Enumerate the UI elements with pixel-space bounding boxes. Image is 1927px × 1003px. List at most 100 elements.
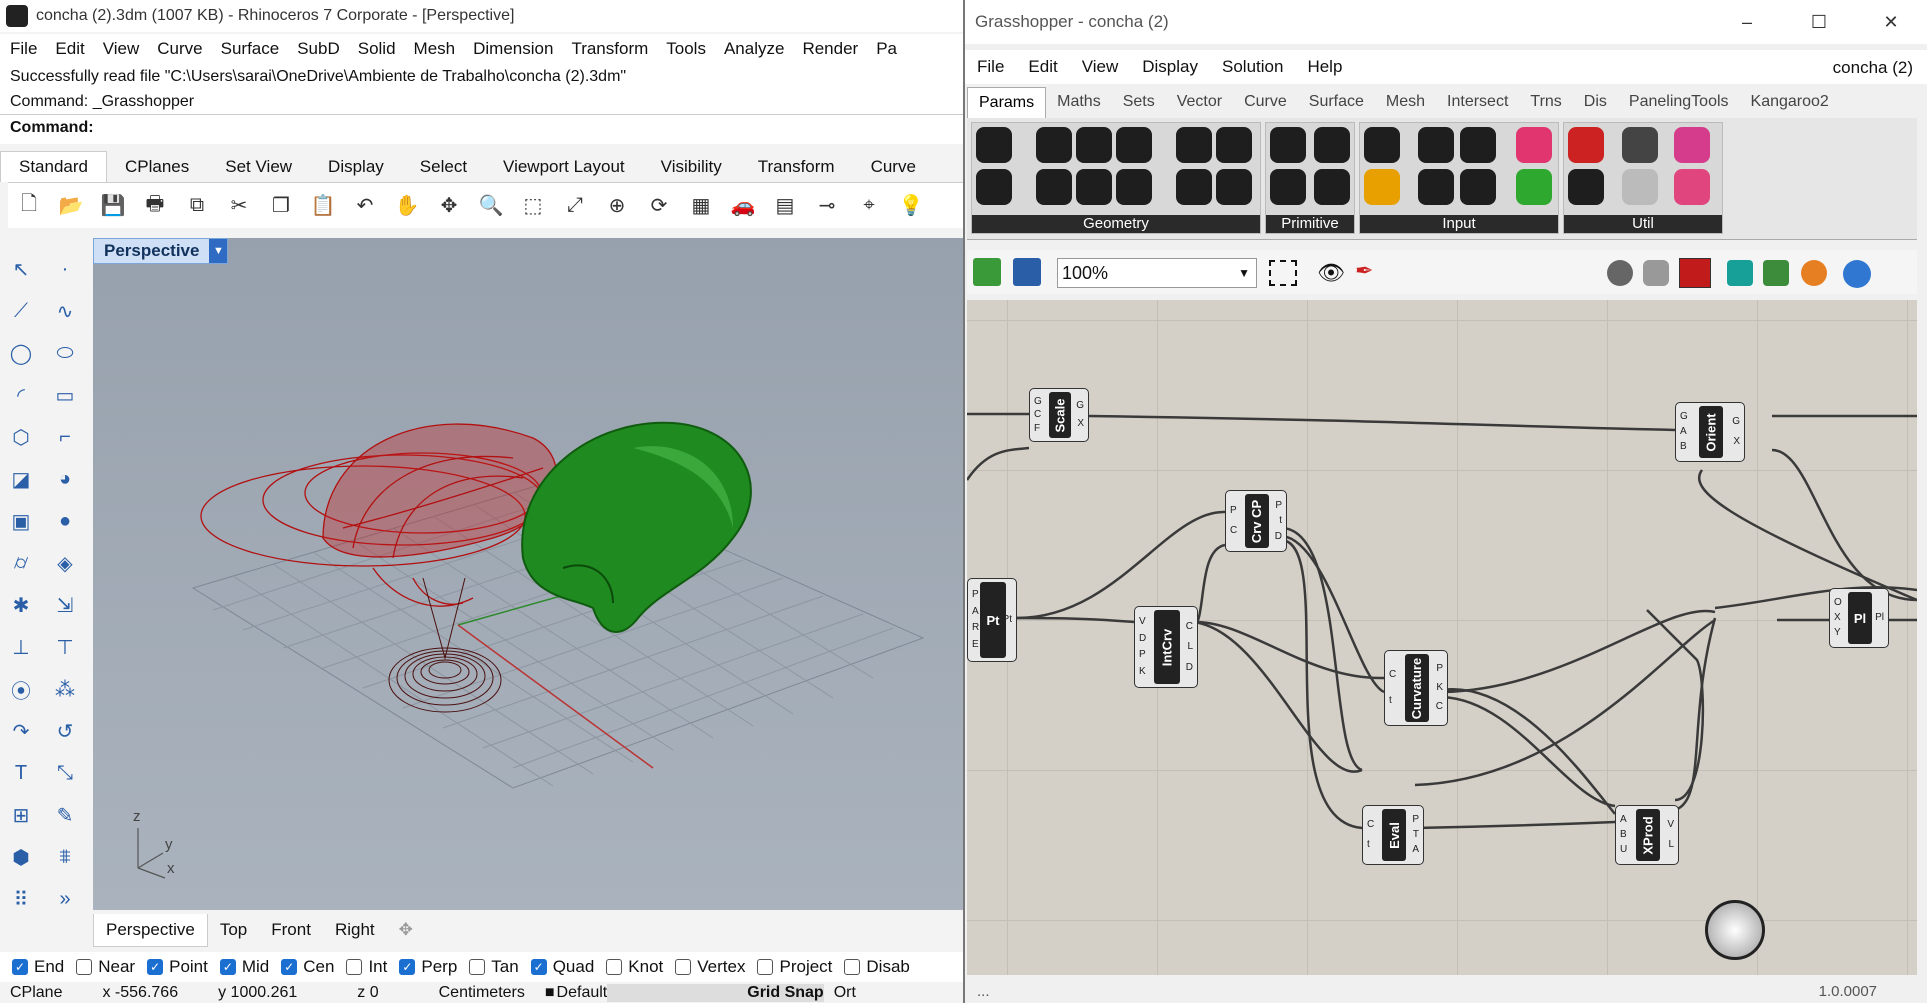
osnap-project[interactable]: Project	[757, 957, 832, 977]
gh-port-in[interactable]: C	[1367, 819, 1374, 830]
gh-port-in[interactable]: A	[1680, 426, 1687, 437]
light-icon[interactable]: 💡	[896, 191, 926, 221]
gh-port-in[interactable]: R	[972, 622, 979, 633]
osnap-quad[interactable]: ✓ Quad	[530, 957, 594, 977]
open-icon[interactable]: 📂	[56, 191, 86, 221]
tab-cplanes[interactable]: CPlanes	[107, 152, 207, 182]
gh-menu-edit[interactable]: Edit	[1016, 57, 1069, 77]
copy-icon[interactable]: ❐	[266, 191, 296, 221]
view-tab-top[interactable]: Top	[208, 914, 259, 946]
cut-icon[interactable]: ✂	[224, 191, 254, 221]
gh-tab-surface[interactable]: Surface	[1298, 87, 1375, 117]
osnap-checkbox[interactable]	[346, 959, 363, 975]
osnap-checkbox[interactable]: ✓	[219, 959, 236, 975]
input-import-icon[interactable]	[1364, 127, 1400, 163]
import-icon[interactable]: ⧉	[182, 191, 212, 221]
param-surface-icon[interactable]	[1116, 127, 1152, 163]
gh-tab-panelingtools[interactable]: PanelingTools	[1618, 87, 1740, 117]
osnap-knot[interactable]: Knot	[606, 957, 663, 977]
gh-tab-dis[interactable]: Dis	[1573, 87, 1618, 117]
gh-port-out[interactable]: G	[1732, 416, 1740, 427]
osnap-checkbox[interactable]: ✓	[12, 959, 28, 975]
zoom-extents-icon[interactable]	[1269, 260, 1297, 286]
menu-view[interactable]: View	[103, 39, 148, 59]
transform-icon[interactable]: ✱	[4, 588, 38, 622]
gh-port-in[interactable]: A	[972, 606, 979, 617]
gh-port-in[interactable]: t	[1367, 839, 1370, 850]
scale-icon[interactable]: ⤡	[48, 756, 82, 790]
osnap-checkbox[interactable]: ✓	[281, 959, 298, 975]
osnap-point[interactable]: ✓ Point	[147, 957, 208, 977]
solver-gauge-icon[interactable]	[1705, 900, 1765, 960]
param-integer-icon[interactable]	[1270, 169, 1306, 205]
close-icon[interactable]: ✕	[1855, 12, 1927, 33]
param-circle-icon[interactable]	[1036, 127, 1072, 163]
tab-transform[interactable]: Transform	[740, 152, 853, 182]
gh-port-out[interactable]: L	[1187, 641, 1193, 652]
param-line-icon[interactable]	[1076, 169, 1112, 205]
sphere-icon[interactable]: ●	[48, 504, 82, 538]
gh-port-out[interactable]: A	[1412, 844, 1419, 855]
osnap-checkbox[interactable]: ✓	[399, 959, 416, 975]
gh-port-out[interactable]: t	[1279, 515, 1282, 526]
param-point-icon[interactable]	[976, 127, 1012, 163]
gh-port-in[interactable]: C	[1034, 409, 1041, 420]
perspective-viewport[interactable]: z y x	[93, 238, 963, 910]
gh-port-in[interactable]: D	[1139, 633, 1146, 644]
menu-curve[interactable]: Curve	[157, 39, 210, 59]
gh-port-in[interactable]: B	[1680, 441, 1687, 452]
gh-port-in[interactable]: B	[1620, 829, 1627, 840]
text-icon[interactable]: T	[4, 756, 38, 790]
menu-solid[interactable]: Solid	[358, 39, 404, 59]
bake-icon[interactable]	[1727, 260, 1753, 286]
view-tab-right[interactable]: Right	[323, 914, 387, 946]
gh-tab-kangaroo2[interactable]: Kangaroo2	[1740, 87, 1840, 117]
view-tab-perspective[interactable]: Perspective	[93, 913, 208, 947]
sketch-icon[interactable]: ✒	[1355, 258, 1373, 284]
viewport-layout-icon[interactable]: ▦	[686, 191, 716, 221]
gh-component-eval[interactable]: Eval Ct P T A	[1362, 805, 1424, 865]
offset-icon[interactable]: ↺	[48, 714, 82, 748]
gh-menu-display[interactable]: Display	[1130, 57, 1210, 77]
block-icon[interactable]: ⬢	[4, 840, 38, 874]
menu-dimension[interactable]: Dimension	[473, 39, 561, 59]
gh-port-in[interactable]: P	[972, 589, 979, 600]
osnap-checkbox[interactable]	[844, 959, 861, 975]
osnap-tan[interactable]: Tan	[469, 957, 519, 977]
param-rectangle-icon[interactable]	[1116, 169, 1152, 205]
chevron-down-icon[interactable]: ▼	[1238, 259, 1250, 287]
point-icon[interactable]: ·	[48, 252, 82, 286]
gh-component-orient[interactable]: Orient G A B G X	[1675, 402, 1745, 462]
gh-port-out[interactable]: C	[1436, 701, 1443, 712]
status-layer[interactable]: Default	[555, 984, 608, 1002]
param-vector-icon[interactable]	[976, 169, 1012, 205]
param-curve-icon[interactable]	[1076, 127, 1112, 163]
gh-port-in[interactable]: P	[1139, 649, 1146, 660]
cylinder-icon[interactable]: ⌭	[4, 546, 38, 580]
preview-shaded-icon[interactable]	[1679, 258, 1711, 288]
util-arrow-icon[interactable]	[1622, 169, 1658, 205]
status-units[interactable]: Centimeters	[379, 984, 525, 1002]
snap-icon[interactable]: ⌖	[854, 191, 884, 221]
gh-port-in[interactable]: U	[1620, 844, 1627, 855]
gh-component-crvcp[interactable]: Crv CP P C Pt D	[1225, 490, 1287, 552]
param-plane-icon[interactable]	[1036, 169, 1072, 205]
zoom-dropdown[interactable]: 100% ▼	[1057, 258, 1257, 288]
osnap-int[interactable]: Int	[346, 957, 387, 977]
gh-port-out[interactable]: V	[1667, 819, 1674, 830]
array-icon[interactable]: ⊞	[4, 798, 38, 832]
util-cherry-icon[interactable]	[1568, 127, 1604, 163]
input-graph-icon[interactable]	[1364, 169, 1400, 205]
gh-port-in[interactable]: K	[1139, 666, 1146, 677]
gh-port-in[interactable]: C	[1389, 669, 1396, 680]
menu-analyze[interactable]: Analyze	[724, 39, 792, 59]
tab-standard[interactable]: Standard	[0, 151, 107, 182]
ellipse-icon[interactable]: ⬭	[48, 336, 82, 370]
osnap-perp[interactable]: ✓ Perp	[399, 957, 457, 977]
gh-canvas[interactable]: Scale G C F G X Orient G A B G X Crv CP P C Pt D Pt P A R E Pt…	[967, 300, 1917, 975]
gh-port-out[interactable]: P	[1275, 500, 1282, 511]
select-icon[interactable]: ↖	[4, 252, 38, 286]
input-list-icon[interactable]	[1460, 169, 1496, 205]
menu-tools[interactable]: Tools	[666, 39, 714, 59]
polyline-icon[interactable]: ⟋	[4, 294, 38, 328]
